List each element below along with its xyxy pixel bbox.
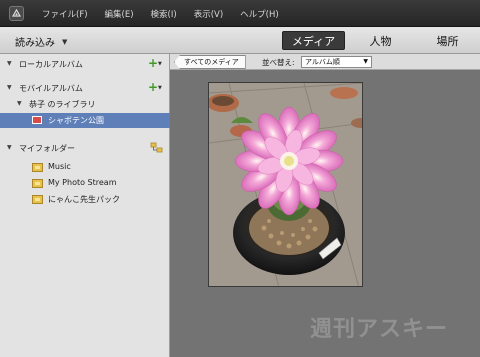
library-label: 恭子 のライブラリ — [29, 100, 96, 109]
chevron-down-icon: ▼ — [158, 85, 162, 91]
tab-media[interactable]: メディア — [282, 31, 345, 50]
menu-edit[interactable]: 編集(E) — [105, 8, 134, 20]
folder-label: Music — [48, 162, 71, 171]
folder-icon — [32, 163, 43, 172]
sort-label: 並べ替え: — [262, 58, 295, 67]
filter-bar: すべてのメディア 並べ替え: アルバム順 ▼ — [170, 54, 480, 70]
add-local-album-button[interactable]: + ▼ — [148, 56, 166, 70]
add-mobile-album-button[interactable]: + ▼ — [148, 80, 166, 94]
expand-triangle-icon[interactable]: ▼ — [7, 60, 12, 67]
sort-select[interactable]: アルバム順 ▼ — [301, 56, 372, 68]
menu-view[interactable]: 表示(V) — [194, 8, 223, 20]
sort-value: アルバム順 — [305, 58, 340, 66]
folder-label: My Photo Stream — [48, 178, 117, 187]
import-label: 読み込み — [15, 38, 55, 49]
menu-search[interactable]: 検索(I) — [151, 8, 177, 20]
folder-icon — [32, 179, 43, 188]
plus-icon: + — [148, 56, 159, 70]
app-logo-icon[interactable] — [9, 6, 24, 21]
import-button[interactable]: 読み込み ▼ — [15, 34, 68, 50]
chevron-down-icon: ▼ — [62, 37, 68, 46]
folder-item[interactable]: My Photo Stream — [0, 177, 170, 191]
expand-triangle-icon[interactable]: ▼ — [17, 100, 22, 107]
sidebar: ▼ ローカルアルバム + ▼ ▼ モバイルアルバム + ▼ ▼ 恭子 のライブラ… — [0, 54, 170, 357]
library-node[interactable]: ▼ 恭子 のライブラリ — [0, 98, 170, 112]
my-folders-label: マイフォルダー — [19, 144, 75, 153]
photo-thumbnail[interactable] — [208, 82, 363, 287]
folder-tree-icon — [150, 142, 163, 153]
menu-help[interactable]: ヘルプ(H) — [240, 8, 279, 20]
my-folders-section[interactable]: ▼ マイフォルダー — [0, 142, 170, 156]
expand-triangle-icon[interactable]: ▼ — [7, 144, 12, 151]
album-label: シャボテン公園 — [48, 116, 104, 125]
chevron-down-icon: ▼ — [158, 61, 162, 67]
menu-bar: ファイル(F) 編集(E) 検索(I) 表示(V) ヘルプ(H) — [0, 0, 480, 27]
expand-triangle-icon[interactable]: ▼ — [7, 84, 12, 91]
tab-people[interactable]: 人物 — [349, 31, 412, 50]
watermark-logo: 週刊アスキー — [310, 317, 449, 342]
folder-label: にゃんこ先生パック — [48, 195, 120, 204]
mobile-albums-section[interactable]: ▼ モバイルアルバム + ▼ — [0, 80, 170, 96]
plus-icon: + — [148, 80, 159, 94]
local-albums-section[interactable]: ▼ ローカルアルバム + ▼ — [0, 56, 170, 72]
folder-view-options-button[interactable] — [150, 142, 164, 154]
view-tabs: メディア 人物 場所 — [282, 31, 479, 50]
all-media-button[interactable]: すべてのメディア — [174, 55, 246, 69]
tab-places[interactable]: 場所 — [416, 31, 479, 50]
app-window: ファイル(F) 編集(E) 検索(I) 表示(V) ヘルプ(H) 読み込み ▼ … — [0, 0, 480, 357]
folder-item[interactable]: にゃんこ先生パック — [0, 193, 170, 207]
cactus-flower-photo — [209, 83, 362, 286]
local-albums-label: ローカルアルバム — [19, 60, 83, 69]
chevron-down-icon: ▼ — [363, 58, 368, 65]
folder-icon — [32, 195, 43, 204]
media-browser: すべてのメディア 並べ替え: アルバム順 ▼ 週刊アスキー — [170, 54, 480, 357]
album-item-selected[interactable]: シャボテン公園 — [0, 113, 170, 128]
folder-item[interactable]: Music — [0, 161, 170, 175]
mobile-album-icon — [32, 116, 42, 124]
top-toolbar: 読み込み ▼ メディア 人物 場所 — [0, 27, 480, 54]
mobile-albums-label: モバイルアルバム — [19, 84, 83, 93]
menu-file[interactable]: ファイル(F) — [42, 8, 88, 20]
